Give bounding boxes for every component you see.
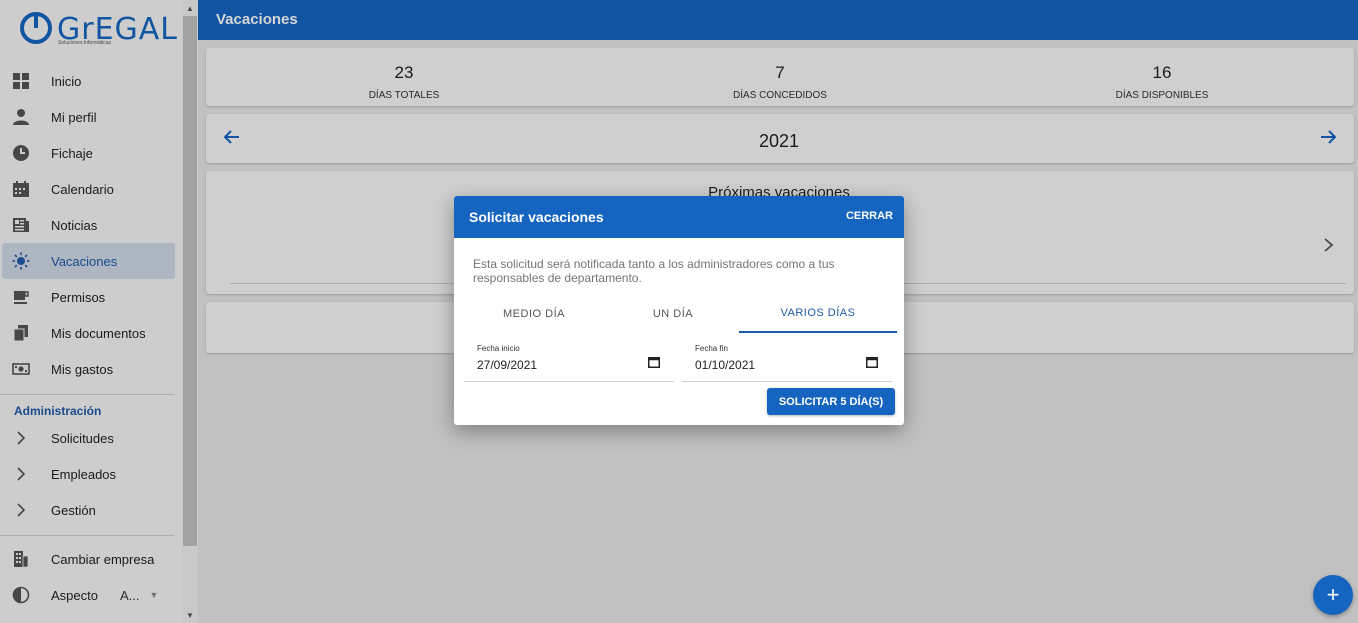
dialog-header: Solicitar vacaciones CERRAR bbox=[454, 196, 904, 238]
request-vacation-dialog: Solicitar vacaciones CERRAR Esta solicit… bbox=[454, 196, 904, 425]
calendar-icon[interactable] bbox=[866, 356, 878, 368]
dialog-description: Esta solicitud será notificada tanto a l… bbox=[473, 257, 835, 285]
request-days-button[interactable]: SOLICITAR 5 DÍA(S) bbox=[767, 388, 895, 415]
tab-un-dia[interactable]: UN DÍA bbox=[600, 295, 746, 333]
start-date-field[interactable]: Fecha inicio 27/09/2021 bbox=[464, 342, 674, 382]
tab-varios-dias[interactable]: VARIOS DÍAS bbox=[739, 295, 897, 333]
end-date-value[interactable]: 01/10/2021 bbox=[695, 358, 755, 372]
tab-medio-dia[interactable]: MEDIO DÍA bbox=[461, 295, 607, 333]
dialog-title: Solicitar vacaciones bbox=[469, 209, 604, 225]
start-date-value[interactable]: 27/09/2021 bbox=[477, 358, 537, 372]
start-date-label: Fecha inicio bbox=[477, 344, 520, 353]
end-date-field[interactable]: Fecha fin 01/10/2021 bbox=[682, 342, 892, 382]
close-button[interactable]: CERRAR bbox=[846, 210, 893, 222]
end-date-label: Fecha fin bbox=[695, 344, 728, 353]
calendar-icon[interactable] bbox=[648, 356, 660, 368]
add-fab-button[interactable]: + bbox=[1313, 575, 1353, 615]
